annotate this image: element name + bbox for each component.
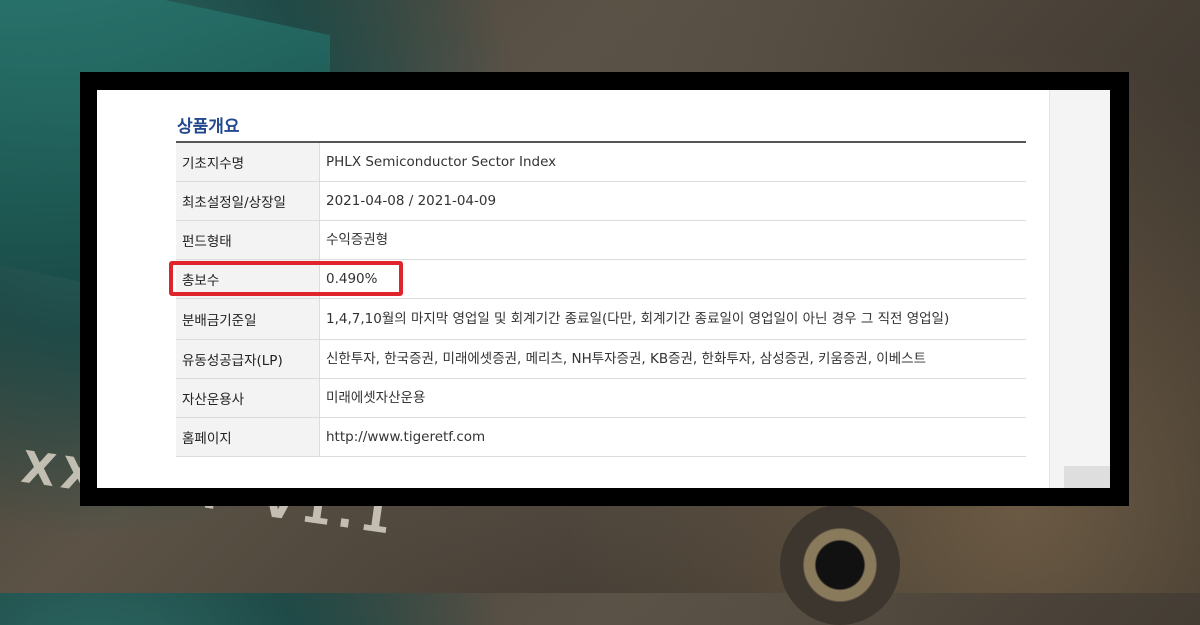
background-hole: [780, 505, 900, 625]
side-scroll-strip: [1049, 90, 1110, 488]
row-value: 2021-04-08 / 2021-04-09: [319, 181, 1026, 221]
homepage-link[interactable]: http://www.tigeretf.com: [319, 417, 1026, 457]
row-label: 홈페이지: [176, 417, 320, 457]
row-label: 분배금기준일: [176, 298, 320, 340]
side-tab[interactable]: [1064, 466, 1110, 488]
row-value: 0.490%: [319, 259, 1026, 299]
row-value: PHLX Semiconductor Sector Index: [319, 142, 1026, 182]
row-label: 펀드형태: [176, 220, 320, 260]
table-row: 분배금기준일 1,4,7,10월의 마지막 영업일 및 회계기간 종료일(다만,…: [176, 298, 1026, 340]
row-label: 최초설정일/상장일: [176, 181, 320, 221]
row-label: 기초지수명: [176, 142, 320, 182]
row-value: 미래에셋자산운용: [319, 378, 1026, 418]
row-value: 신한투자, 한국증권, 미래에셋증권, 메리츠, NH투자증권, KB증권, 한…: [319, 339, 1026, 379]
row-label: 유동성공급자(LP): [176, 339, 320, 379]
table-row: 기초지수명 PHLX Semiconductor Sector Index: [176, 142, 1026, 182]
table-row: 홈페이지 http://www.tigeretf.com: [176, 417, 1026, 457]
row-value: 수익증권형: [319, 220, 1026, 260]
total-fee-highlight-box: [169, 261, 403, 296]
table-row: 자산운용사 미래에셋자산운용: [176, 378, 1026, 418]
row-value: 1,4,7,10월의 마지막 영업일 및 회계기간 종료일(다만, 회계기간 종…: [319, 298, 1026, 340]
table-row: 최초설정일/상장일 2021-04-08 / 2021-04-09: [176, 181, 1026, 221]
product-info-table: 기초지수명 PHLX Semiconductor Sector Index 최초…: [176, 141, 1026, 457]
table-row: 펀드형태 수익증권형: [176, 220, 1026, 260]
table-row: 유동성공급자(LP) 신한투자, 한국증권, 미래에셋증권, 메리츠, NH투자…: [176, 339, 1026, 379]
row-label: 자산운용사: [176, 378, 320, 418]
section-title: 상품개요: [177, 117, 240, 137]
